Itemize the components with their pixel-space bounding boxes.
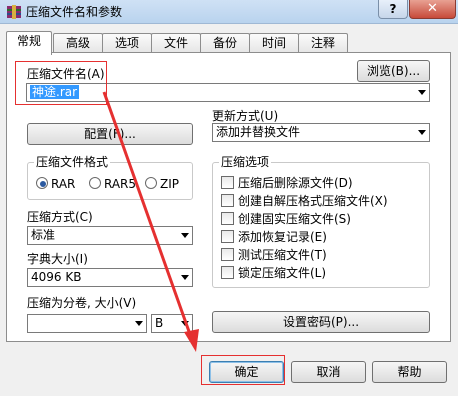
split-size-input[interactable] bbox=[27, 314, 147, 333]
tab-advanced[interactable]: 高级 bbox=[53, 33, 103, 54]
archive-name-highlight bbox=[15, 61, 107, 105]
chevron-down-icon bbox=[418, 90, 426, 95]
window-title: 压缩文件名和参数 bbox=[26, 5, 123, 19]
rar-radio[interactable] bbox=[36, 177, 48, 189]
tab-files[interactable]: 文件 bbox=[151, 33, 201, 54]
sfx-label: 创建自解压格式压缩文件(X) bbox=[238, 194, 388, 208]
sfx-checkbox[interactable] bbox=[221, 194, 234, 207]
delete-after-label: 压缩后删除源文件(D) bbox=[238, 176, 353, 190]
compression-method-select[interactable]: 标准 bbox=[27, 226, 193, 245]
browse-button[interactable]: 浏览(B)... bbox=[357, 60, 430, 82]
winrar-icon bbox=[7, 5, 21, 19]
update-mode-label: 更新方式(U) bbox=[212, 109, 279, 123]
dictionary-size-label: 字典大小(I) bbox=[27, 252, 88, 266]
update-mode-value: 添加并替换文件 bbox=[216, 125, 301, 139]
set-password-button[interactable]: 设置密码(P)... bbox=[212, 311, 430, 333]
archive-format-label: 压缩文件格式 bbox=[34, 155, 111, 169]
archiving-options-label: 压缩选项 bbox=[219, 155, 272, 169]
split-volumes-label: 压缩为分卷, 大小(V) bbox=[27, 296, 137, 310]
test-checkbox[interactable] bbox=[221, 248, 234, 261]
tab-bar: 常规 高级 选项 文件 备份 时间 注释 bbox=[6, 31, 446, 55]
help-button[interactable]: 帮助 bbox=[372, 361, 447, 383]
close-button[interactable]: ✕ bbox=[409, 0, 456, 19]
chevron-down-icon bbox=[181, 233, 189, 238]
profiles-button[interactable]: 配置(F)... bbox=[27, 123, 193, 145]
tab-general[interactable]: 常规 bbox=[6, 31, 52, 55]
dictionary-size-value: 4096 KB bbox=[31, 270, 82, 284]
solid-label: 创建固实压缩文件(S) bbox=[238, 212, 351, 226]
compression-method-value: 标准 bbox=[31, 228, 56, 242]
test-label: 测试压缩文件(T) bbox=[238, 248, 327, 262]
chevron-down-icon bbox=[135, 321, 143, 326]
zip-label: ZIP bbox=[160, 177, 179, 191]
dictionary-size-select[interactable]: 4096 KB bbox=[27, 268, 193, 287]
recovery-label: 添加恢复记录(E) bbox=[238, 230, 327, 244]
chevron-down-icon bbox=[418, 130, 426, 135]
chevron-down-icon bbox=[181, 275, 189, 280]
lock-label: 锁定压缩文件(L) bbox=[238, 266, 327, 280]
chevron-down-icon bbox=[181, 321, 189, 326]
rar-label: RAR bbox=[51, 177, 76, 191]
ok-button-highlight bbox=[201, 355, 285, 385]
rar5-label: RAR5 bbox=[104, 177, 137, 191]
recovery-checkbox[interactable] bbox=[221, 230, 234, 243]
tab-time[interactable]: 时间 bbox=[249, 33, 299, 54]
split-unit-select[interactable]: B bbox=[151, 314, 193, 333]
tab-backup[interactable]: 备份 bbox=[200, 33, 250, 54]
solid-checkbox[interactable] bbox=[221, 212, 234, 225]
help-title-button[interactable]: ? bbox=[378, 0, 408, 19]
delete-after-checkbox[interactable] bbox=[221, 176, 234, 189]
compression-method-label: 压缩方式(C) bbox=[27, 210, 93, 224]
lock-checkbox[interactable] bbox=[221, 266, 234, 279]
cancel-button[interactable]: 取消 bbox=[291, 361, 366, 383]
zip-radio[interactable] bbox=[145, 177, 157, 189]
update-mode-select[interactable]: 添加并替换文件 bbox=[212, 123, 430, 142]
split-unit-value: B bbox=[155, 316, 164, 330]
tab-options[interactable]: 选项 bbox=[102, 33, 152, 54]
rar5-radio[interactable] bbox=[89, 177, 101, 189]
tab-comment[interactable]: 注释 bbox=[298, 33, 348, 54]
